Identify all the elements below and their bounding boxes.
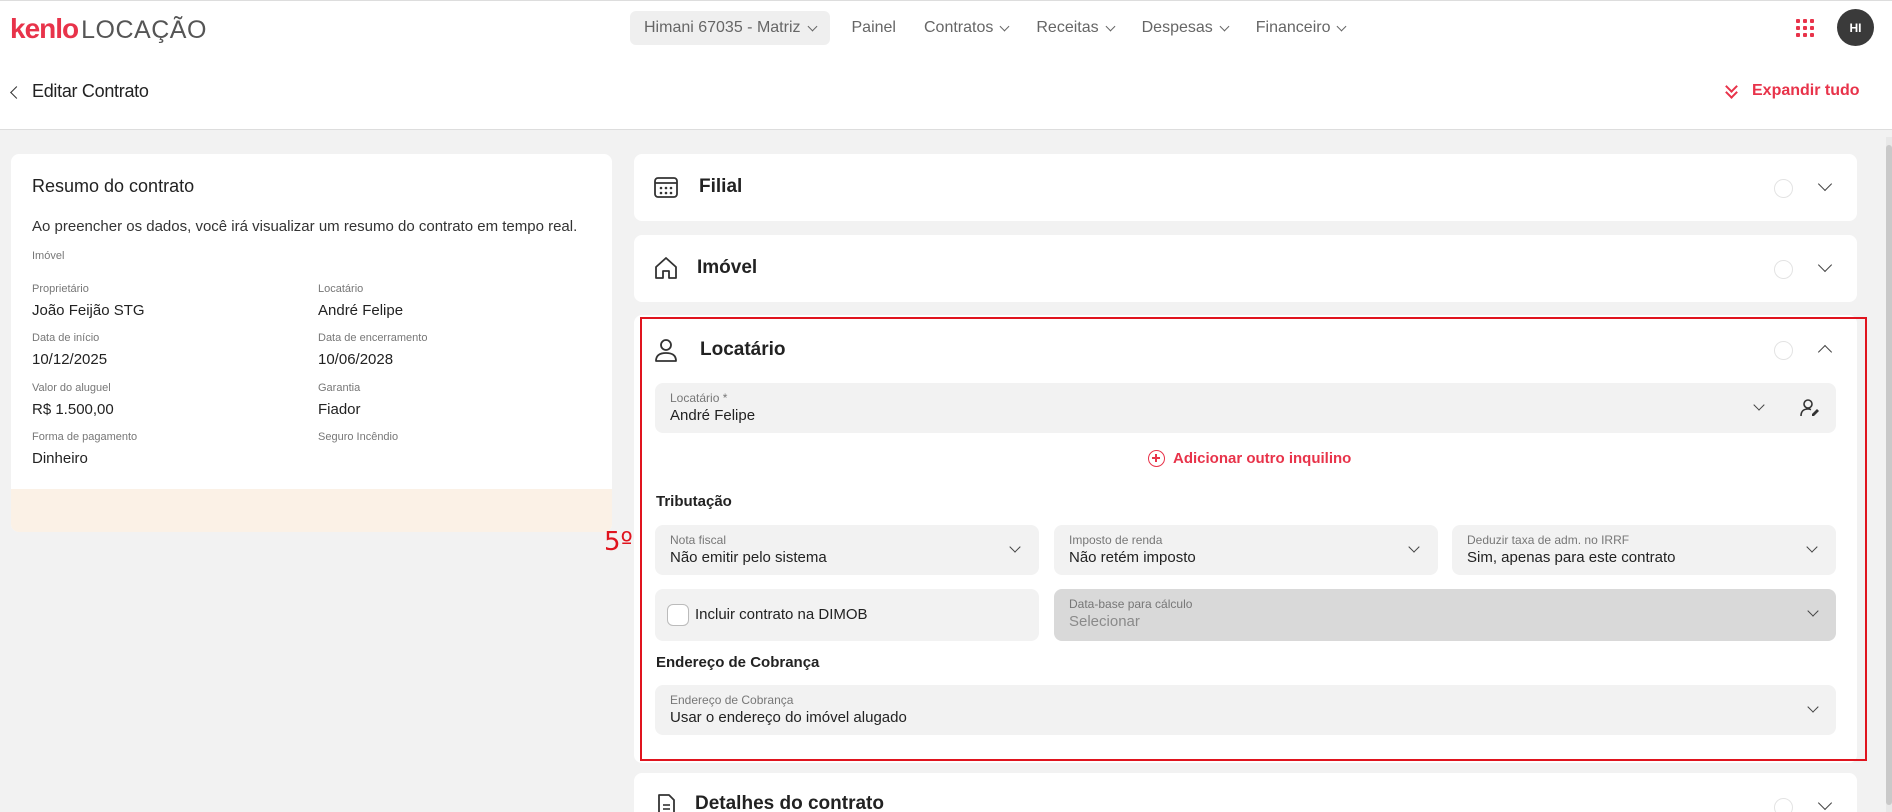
nav-item-painel[interactable]: Painel — [838, 11, 910, 45]
double-chevron-down-icon — [1724, 80, 1740, 100]
summary-field-label: Locatário — [318, 283, 364, 295]
nav-item-despesas[interactable]: Despesas — [1128, 11, 1242, 45]
top-bar: kenlo LOCAÇÃO Himani 67035 - Matriz Pain… — [0, 0, 1892, 54]
contract-summary-card: Resumo do contrato Ao preencher os dados… — [11, 154, 612, 532]
summary-field-label: Proprietário — [32, 283, 89, 295]
branch-selector[interactable]: Himani 67035 - Matriz — [630, 11, 830, 45]
avatar[interactable]: HI — [1837, 9, 1874, 46]
logo-brand: kenlo — [10, 13, 79, 44]
expand-all-label: Expandir tudo — [1752, 82, 1860, 99]
summary-field-label: Garantia — [318, 382, 361, 394]
chevron-down-icon[interactable] — [1817, 176, 1833, 192]
section-title: Filial — [699, 176, 743, 197]
calendar-icon — [654, 177, 678, 198]
section-detalhes[interactable]: Detalhes do contrato — [634, 773, 1857, 812]
scrollbar-thumb[interactable] — [1886, 145, 1892, 805]
summary-field-label: Data de início — [32, 332, 100, 344]
nav-item-contratos[interactable]: Contratos — [910, 11, 1022, 45]
summary-field-value: 10/06/2028 — [318, 351, 394, 368]
summary-footer — [11, 489, 612, 532]
status-circle-icon — [1774, 179, 1793, 198]
nav-item-receitas[interactable]: Receitas — [1022, 11, 1127, 45]
page-title: Editar Contrato — [32, 81, 149, 101]
summary-field-value: João Feijão STG — [32, 302, 145, 319]
nav-item-financeiro[interactable]: Financeiro — [1242, 11, 1360, 45]
page-header: Editar Contrato Expandir tudo — [0, 54, 1892, 130]
nav-label: Despesas — [1141, 19, 1213, 36]
apps-grid-icon[interactable] — [1796, 19, 1814, 37]
nav-label: Contratos — [923, 19, 994, 36]
status-circle-icon — [1774, 798, 1793, 812]
section-filial[interactable]: Filial — [634, 154, 1857, 221]
section-imovel[interactable]: Imóvel — [634, 235, 1857, 302]
house-icon — [655, 257, 677, 279]
chevron-down-icon — [807, 21, 817, 31]
summary-field-value: 10/12/2025 — [32, 351, 108, 368]
chevron-down-icon[interactable] — [1817, 257, 1833, 273]
summary-field-value: Fiador — [318, 401, 361, 418]
chevron-down-icon — [1105, 21, 1116, 31]
section-title: Imóvel — [697, 257, 758, 278]
chevron-down-icon — [999, 21, 1010, 31]
chevron-down-icon[interactable] — [1817, 795, 1833, 811]
main-nav: Himani 67035 - Matriz Painel Contratos R… — [630, 11, 1359, 45]
summary-field-value: André Felipe — [318, 302, 404, 319]
summary-field-label: Forma de pagamento — [32, 431, 138, 443]
summary-description: Ao preencher os dados, você irá visualiz… — [32, 218, 578, 235]
status-circle-icon — [1774, 260, 1793, 279]
summary-field-label: Data de encerramento — [318, 332, 428, 344]
scrollbar[interactable] — [1886, 137, 1892, 812]
summary-field-value: Dinheiro — [32, 450, 88, 467]
summary-field-label: Valor do aluguel — [32, 382, 111, 394]
highlight-box — [640, 317, 1867, 761]
kenlo-logo[interactable]: kenlo LOCAÇÃO — [10, 13, 207, 44]
nav-label: Receitas — [1036, 19, 1099, 36]
expand-all-button[interactable]: Expandir tudo — [1724, 80, 1860, 100]
section-title: Detalhes do contrato — [695, 793, 884, 812]
summary-field-label: Seguro Incêndio — [318, 431, 399, 443]
summary-field-value: R$ 1.500,00 — [32, 401, 114, 418]
step-annotation: 5º — [604, 527, 633, 557]
summary-title: Resumo do contrato — [32, 176, 195, 196]
chevron-down-icon — [1219, 21, 1230, 31]
back-arrow-icon[interactable] — [10, 86, 23, 99]
nav-label: Financeiro — [1255, 19, 1331, 36]
nav-label: Painel — [851, 19, 896, 36]
avatar-initials: HI — [1849, 20, 1862, 35]
summary-imovel-label: Imóvel — [32, 250, 65, 262]
chevron-down-icon — [1337, 21, 1347, 31]
branch-label: Himani 67035 - Matriz — [644, 19, 801, 36]
document-icon — [658, 794, 675, 812]
logo-product: LOCAÇÃO — [81, 16, 207, 44]
